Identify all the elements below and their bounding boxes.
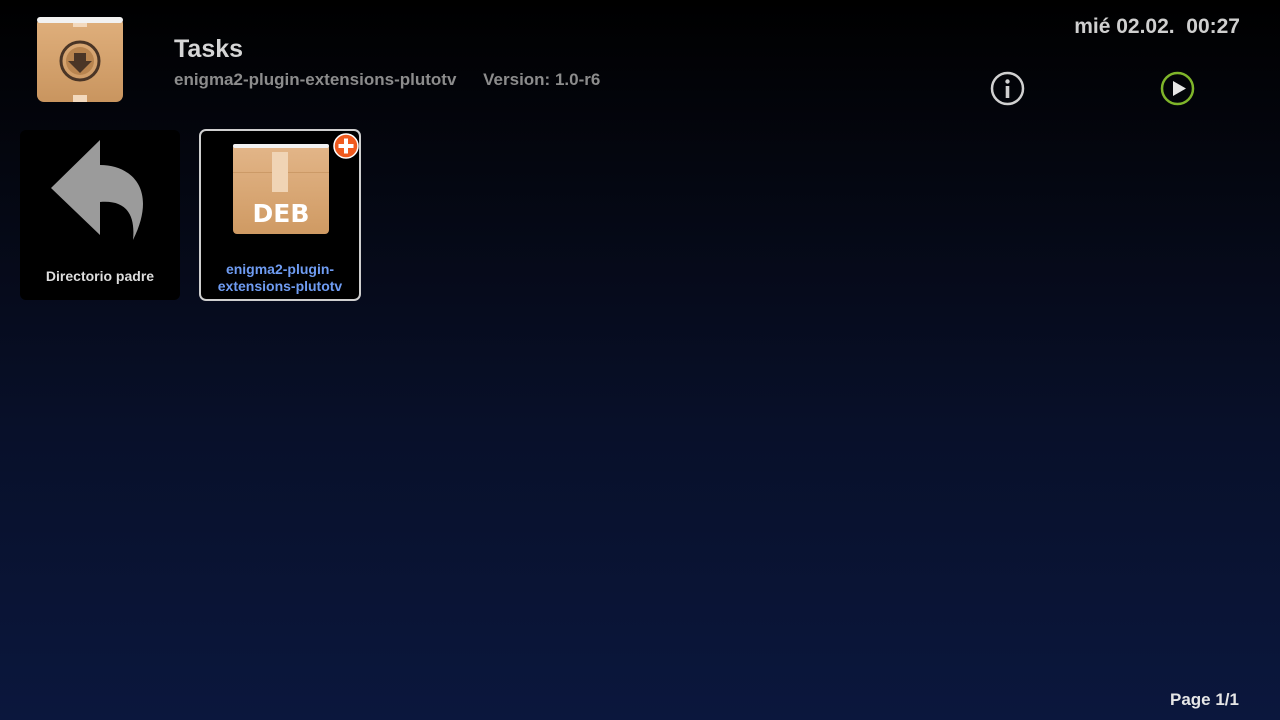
info-button[interactable] [990,71,1025,106]
page-title: Tasks [174,35,244,63]
play-button[interactable] [1160,71,1195,106]
package-info: enigma2-plugin-extensions-plutotv Versio… [174,70,600,90]
package-name: enigma2-plugin-extensions-plutotv [174,70,457,89]
parent-directory-tile[interactable]: Directorio padre [20,130,180,300]
clock: mié 02.02. 00:27 [1074,15,1240,38]
page-indicator: Page 1/1 [1170,690,1239,709]
tile-label: enigma2-plugin-extensions-plutotv [217,261,343,294]
package-download-icon [37,17,123,102]
deb-package-icon: DEB [233,144,329,234]
package-version: Version: 1.0-r6 [483,70,601,89]
back-arrow-icon [51,140,143,240]
info-icon [990,71,1025,106]
tile-label: Directorio padre [45,268,155,284]
play-icon [1160,71,1195,106]
add-badge-icon [333,133,359,159]
deb-label: DEB [253,199,310,228]
package-tile-plutotv[interactable]: DEB enigma2-plugin-extensions-plutotv [199,129,361,301]
app-icon [37,17,123,102]
